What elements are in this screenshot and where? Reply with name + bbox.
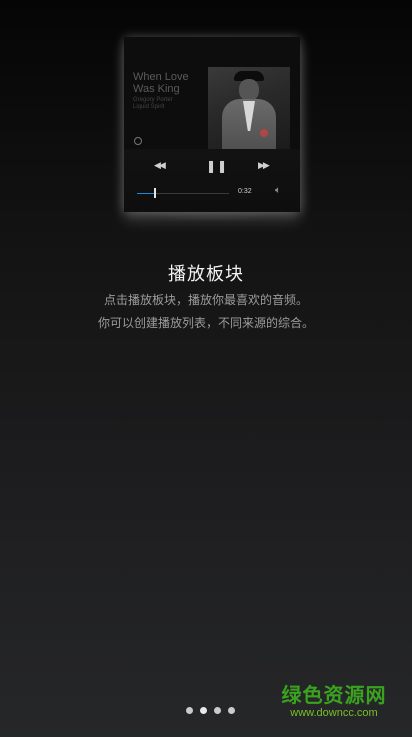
repeat-icon[interactable] [134,137,142,145]
album-art-flower [260,129,268,137]
page-dot-2[interactable] [200,707,207,714]
playback-controls: ◀◀ ❚❚ ▶▶ 0:32 🔈︎ [124,149,300,212]
watermark-brand: 绿色资源网 [281,683,387,707]
progress-thumb[interactable] [153,188,156,198]
watermark: 绿色资源网 www.downcc.com [272,684,396,720]
track-title-line1: When Love [133,71,189,83]
elapsed-time: 0:32 [238,188,252,195]
pause-icon[interactable]: ❚❚ [206,160,228,172]
fast-forward-icon[interactable]: ▶▶ [258,162,270,171]
page-dot-1[interactable] [186,707,193,714]
tutorial-screen: When Love Was King Gregory Porter Liquid… [0,0,412,737]
feature-description-line2: 你可以创建播放列表，不同来源的综合。 [97,316,314,330]
page-dot-3[interactable] [214,707,221,714]
track-artist-line2: Liquid Spirit [133,104,165,110]
watermark-url: www.downcc.com [290,707,378,719]
progress-fill [137,193,154,194]
feature-headline: 播放板块 [168,264,244,285]
progress-bar[interactable] [137,193,229,194]
rewind-icon[interactable]: ◀◀ [154,162,166,171]
track-title-line2: Was King [133,83,180,95]
page-dot-4[interactable] [228,707,235,714]
volume-icon[interactable]: 🔈︎ [275,185,281,196]
now-playing-area: When Love Was King Gregory Porter Liquid… [124,37,300,153]
album-art [208,67,290,153]
album-art-head [239,79,259,101]
track-artist-line1: Gregory Porter [133,97,173,103]
feature-description-line1: 点击播放板块，播放你最喜欢的音频。 [103,293,308,307]
player-preview-card: When Love Was King Gregory Porter Liquid… [124,37,300,212]
